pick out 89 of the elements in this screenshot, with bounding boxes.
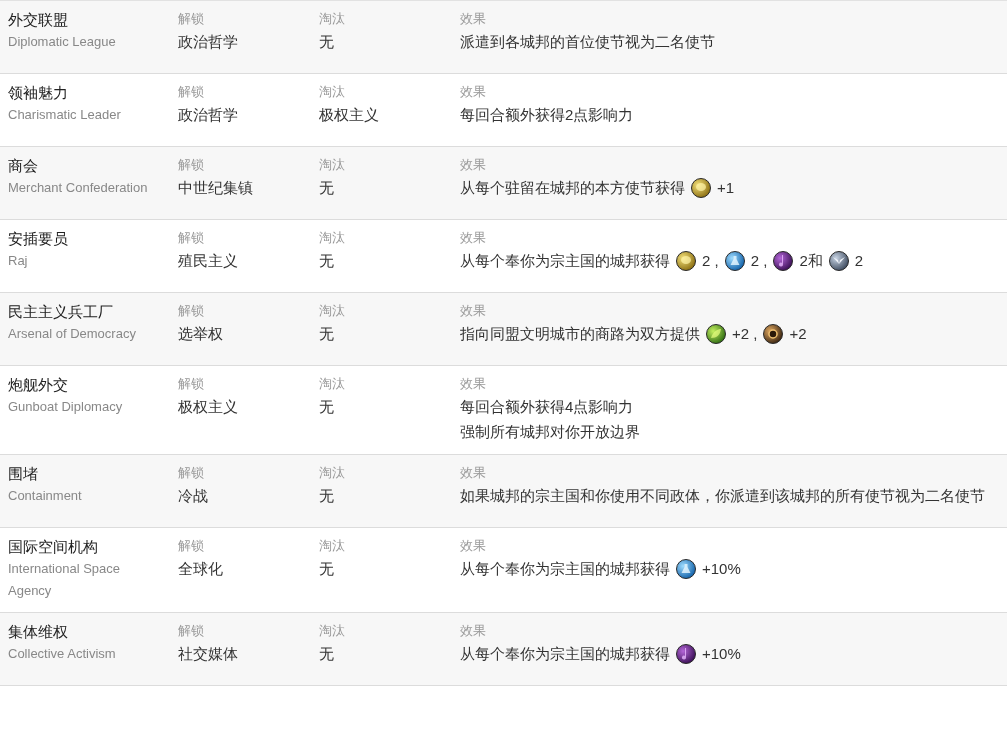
effect-text: 强制所有城邦对你开放边界: [460, 422, 640, 442]
unlock-label: 解锁: [178, 622, 204, 640]
unlock-value: 政治哲学: [178, 105, 238, 125]
obsolete-value: 无: [319, 486, 334, 506]
policy-english-name: Collective Activism: [8, 645, 117, 663]
effect-text: +10%: [702, 644, 741, 664]
effect-text: 每回合额外获得4点影响力: [460, 397, 634, 417]
effect-label: 效果: [460, 464, 486, 482]
obsolete-label: 淘汰: [319, 622, 345, 640]
obsolete-label: 淘汰: [319, 10, 345, 28]
effect-label: 效果: [460, 10, 486, 28]
policy-english-name: Raj: [8, 252, 29, 270]
unlock-label: 解锁: [178, 537, 204, 555]
unlock-value: 全球化: [178, 559, 223, 579]
obsolete-value: 无: [319, 397, 334, 417]
policy-english-name: Arsenal of Democracy: [8, 325, 137, 343]
effect-text: +10%: [702, 559, 741, 579]
unlock-label: 解锁: [178, 229, 204, 247]
obsolete-label: 淘汰: [319, 229, 345, 247]
unlock-label: 解锁: [178, 375, 204, 393]
coin-icon: [676, 250, 696, 271]
music-note-icon: [773, 250, 794, 271]
policy-name: 集体维权: [8, 622, 68, 642]
music-note-icon: [676, 643, 696, 664]
effect-text: 从每个驻留在城邦的本方使节获得: [460, 178, 685, 198]
effect-text: 2和: [799, 251, 823, 271]
obsolete-value: 无: [319, 32, 334, 52]
effect-label: 效果: [460, 229, 486, 247]
flask-icon: [724, 250, 745, 271]
effect-label: 效果: [460, 375, 486, 393]
obsolete-value: 无: [319, 251, 334, 271]
obsolete-value: 无: [319, 178, 334, 198]
policy-name: 外交联盟: [8, 10, 68, 30]
obsolete-label: 淘汰: [319, 83, 345, 101]
policy-name: 民主主义兵工厂: [8, 302, 113, 322]
policy-english-name: Merchant Confederation: [8, 179, 149, 197]
effect-text: 如果城邦的宗主国和你使用不同政体，你派遣到该城邦的所有使节视为二名使节: [460, 486, 985, 506]
policy-name: 领袖魅力: [8, 83, 68, 103]
effect-text: +2 ,: [732, 324, 758, 344]
policy-english-name: Charismatic Leader: [8, 106, 122, 124]
effect-text: 指向同盟文明城市的商路为双方提供: [460, 324, 700, 344]
obsolete-value: 无: [319, 324, 334, 344]
effect-text: +2: [789, 324, 807, 344]
obsolete-label: 淘汰: [319, 375, 345, 393]
coin-icon: [691, 177, 711, 198]
effect-text: 从每个奉你为宗主国的城邦获得: [460, 559, 670, 579]
unlock-label: 解锁: [178, 464, 204, 482]
obsolete-value: 无: [319, 559, 334, 579]
obsolete-value: 极权主义: [319, 105, 379, 125]
obsolete-label: 淘汰: [319, 537, 345, 555]
effect-text: +1: [717, 178, 735, 198]
obsolete-label: 淘汰: [319, 156, 345, 174]
effect-label: 效果: [460, 622, 486, 640]
effect-text: 从每个奉你为宗主国的城邦获得: [460, 251, 670, 271]
effect-label: 效果: [460, 537, 486, 555]
effect-text: 2 ,: [750, 251, 768, 271]
policy-name: 安插要员: [8, 229, 68, 249]
unlock-value: 殖民主义: [178, 251, 238, 271]
effect-text: 2 ,: [702, 251, 719, 271]
policy-english-name: Gunboat Diplomacy: [8, 398, 124, 416]
policy-name: 国际空间机构: [8, 537, 98, 557]
effect-text: 派遣到各城邦的首位使节视为二名使节: [460, 32, 715, 52]
effect-text: 每回合额外获得2点影响力: [460, 105, 634, 125]
unlock-value: 社交媒体: [178, 644, 238, 664]
unlock-label: 解锁: [178, 156, 204, 174]
policy-name: 商会: [8, 156, 38, 176]
obsolete-label: 淘汰: [319, 302, 345, 320]
unlock-label: 解锁: [178, 10, 204, 28]
effect-text: 2: [854, 251, 864, 271]
unlock-label: 解锁: [178, 83, 204, 101]
effect-label: 效果: [460, 83, 486, 101]
policy-english-name: Containment: [8, 487, 83, 505]
effect-label: 效果: [460, 302, 486, 320]
effect-label: 效果: [460, 156, 486, 174]
policy-english-name: Diplomatic League: [8, 33, 117, 51]
obsolete-value: 无: [319, 644, 334, 664]
policy-english-name: International Space Agency: [8, 560, 122, 600]
unlock-value: 政治哲学: [178, 32, 238, 52]
policy-name: 炮舰外交: [8, 375, 68, 395]
flask-icon: [676, 558, 696, 579]
unlock-label: 解锁: [178, 302, 204, 320]
unlock-value: 极权主义: [178, 397, 238, 417]
unlock-value: 选举权: [178, 324, 223, 344]
effect-text: 从每个奉你为宗主国的城邦获得: [460, 644, 670, 664]
obsolete-label: 淘汰: [319, 464, 345, 482]
leaf-icon: [706, 323, 726, 344]
unlock-value: 中世纪集镇: [178, 178, 253, 198]
unlock-value: 冷战: [178, 486, 208, 506]
policy-name: 围堵: [8, 464, 38, 484]
